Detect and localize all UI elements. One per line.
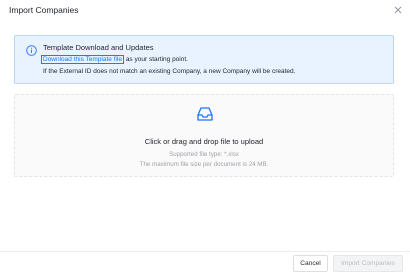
max-file-size: The maximum file size per document is 24… <box>139 161 269 168</box>
info-line-1: Download this Template file as your star… <box>41 55 188 64</box>
cancel-button[interactable]: Cancel <box>293 255 328 272</box>
info-icon <box>26 43 37 56</box>
dialog-header: Import Companies <box>0 0 410 24</box>
upload-instruction: Click or drag and drop file to upload <box>144 137 264 146</box>
footer-divider <box>0 251 410 252</box>
file-upload-dropzone[interactable]: Click or drag and drop file to upload Su… <box>14 94 394 177</box>
inbox-icon <box>196 105 214 123</box>
dialog-title: Import Companies <box>9 5 79 15</box>
info-title: Template Download and Updates <box>43 43 154 52</box>
info-line-2: If the External ID does not match an exi… <box>43 68 296 75</box>
supported-file-type: Supported file type: *.xlsx <box>169 151 239 158</box>
import-companies-button[interactable]: Import Companies <box>333 255 403 272</box>
download-template-link[interactable]: Download this Template file <box>41 55 125 64</box>
import-dialog: Import Companies Template Download and U… <box>0 0 410 275</box>
template-info-banner: Template Download and Updates Download t… <box>14 35 394 84</box>
close-icon[interactable] <box>392 4 404 16</box>
info-line-1-suffix: as your starting point. <box>124 56 188 63</box>
